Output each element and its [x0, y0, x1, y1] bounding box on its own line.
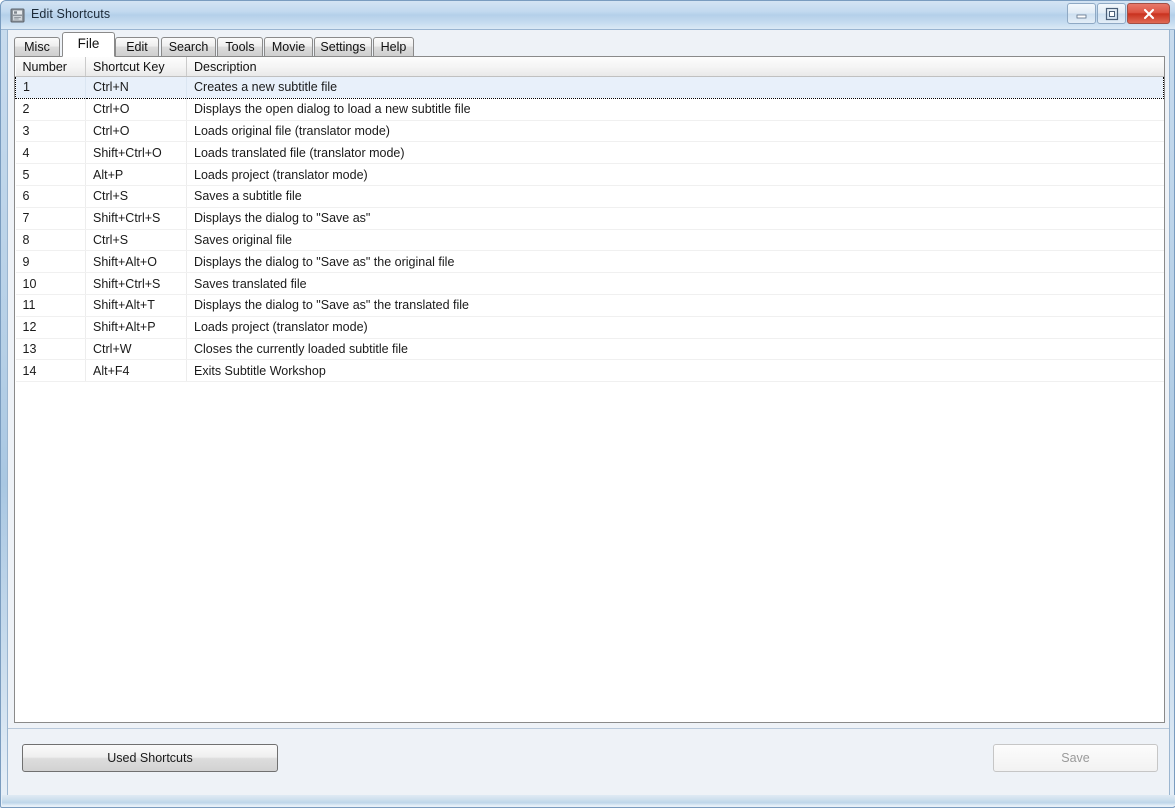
- cell-number: 8: [15, 229, 86, 252]
- tab-label: Tools: [225, 40, 255, 54]
- tab-label: Settings: [320, 40, 366, 54]
- cell-description: Saves a subtitle file: [186, 185, 1164, 208]
- cell-shortcut-key: Ctrl+S: [85, 185, 187, 208]
- cell-description: Displays the dialog to "Save as": [186, 207, 1164, 230]
- cell-number: 1: [15, 76, 86, 99]
- column-header-number[interactable]: Number: [15, 57, 86, 77]
- cell-shortcut-key: Shift+Ctrl+O: [85, 141, 187, 165]
- tab-misc[interactable]: Misc: [14, 37, 60, 57]
- table-row[interactable]: 6 Ctrl+S Saves a subtitle file: [15, 185, 1164, 208]
- table-row[interactable]: 10 Shift+Ctrl+S Saves translated file: [15, 272, 1164, 295]
- cell-description: Loads translated file (translator mode): [186, 141, 1164, 165]
- cell-shortcut-key: Shift+Ctrl+S: [85, 272, 187, 295]
- cell-description: Displays the dialog to "Save as" the tra…: [186, 294, 1164, 317]
- cell-number: 9: [15, 250, 86, 274]
- maximize-button[interactable]: [1097, 3, 1126, 24]
- cell-shortcut-key: Alt+F4: [85, 359, 187, 383]
- used-shortcuts-label: Used Shortcuts: [107, 751, 193, 765]
- table-row[interactable]: 4 Shift+Ctrl+O Loads translated file (tran…: [15, 141, 1164, 165]
- tab-file[interactable]: File: [62, 32, 115, 57]
- cell-shortcut-key: Alt+P: [85, 163, 187, 186]
- table-row[interactable]: 8 Ctrl+S Saves original file: [15, 229, 1164, 252]
- cell-number: 11: [15, 294, 86, 317]
- table-row[interactable]: 2 Ctrl+O Displays the open dialog to load …: [15, 98, 1164, 121]
- table-row[interactable]: 14 Alt+F4 Exits Subtitle Workshop: [15, 359, 1164, 383]
- tab-label: Edit: [126, 40, 148, 54]
- cell-description: Exits Subtitle Workshop: [186, 359, 1164, 383]
- tab-bar: Misc File Edit Search Tools Movie Settin…: [8, 30, 1169, 57]
- table-row[interactable]: 3 Ctrl+O Loads original file (translator m…: [15, 120, 1164, 143]
- cell-number: 13: [15, 338, 86, 361]
- cell-description: Displays the open dialog to load a new s…: [186, 98, 1164, 121]
- cell-description: Loads project (translator mode): [186, 163, 1164, 186]
- tab-label: Search: [168, 40, 209, 54]
- cell-shortcut-key: Shift+Alt+P: [85, 316, 187, 339]
- window-bottom-edge: [2, 795, 1175, 806]
- window-title: Edit Shortcuts: [31, 7, 111, 21]
- column-header-description[interactable]: Description: [186, 57, 1164, 77]
- tab-search[interactable]: Search: [161, 37, 216, 57]
- tab-movie[interactable]: Movie: [264, 37, 313, 57]
- table-row[interactable]: 5 Alt+P Loads project (translator mode): [15, 163, 1164, 186]
- cell-description: Saves translated file: [186, 272, 1164, 295]
- cell-number: 4: [15, 141, 86, 165]
- shortcuts-table-panel[interactable]: Number Shortcut Key Description 1 Ctrl+N C…: [14, 56, 1165, 723]
- cell-description: Displays the dialog to "Save as" the ori…: [186, 250, 1164, 274]
- cell-description: Closes the currently loaded subtitle fil…: [186, 338, 1164, 361]
- used-shortcuts-button[interactable]: Used Shortcuts: [22, 744, 278, 772]
- cell-shortcut-key: Ctrl+S: [85, 229, 187, 252]
- cell-shortcut-key: Ctrl+O: [85, 98, 187, 121]
- table-row[interactable]: 12 Shift+Alt+P Loads project (translator m…: [15, 316, 1164, 339]
- table-row[interactable]: 13 Ctrl+W Closes the currently loaded subt…: [15, 338, 1164, 361]
- cell-description: Loads project (translator mode): [186, 316, 1164, 339]
- title-bar[interactable]: Edit Shortcuts: [1, 1, 1175, 30]
- close-button[interactable]: [1127, 3, 1170, 24]
- cell-description: Loads original file (translator mode): [186, 120, 1164, 143]
- cell-shortcut-key: Shift+Ctrl+S: [85, 207, 187, 230]
- table-row[interactable]: 7 Shift+Ctrl+S Displays the dialog to "Sav…: [15, 207, 1164, 230]
- cell-shortcut-key: Shift+Alt+O: [85, 250, 187, 274]
- minimize-button[interactable]: [1067, 3, 1096, 24]
- app-shortcuts-icon: [10, 8, 25, 23]
- table-row[interactable]: 9 Shift+Alt+O Displays the dialog to "Save…: [15, 250, 1164, 274]
- cell-description: Creates a new subtitle file: [186, 76, 1164, 99]
- tab-label: Movie: [271, 40, 306, 54]
- table-row[interactable]: 1 Ctrl+N Creates a new subtitle file: [15, 76, 1164, 99]
- column-header-shortcutkey[interactable]: Shortcut Key: [85, 57, 187, 77]
- cell-number: 14: [15, 359, 86, 383]
- save-label: Save: [1061, 751, 1090, 765]
- cell-shortcut-key: Ctrl+W: [85, 338, 187, 361]
- cell-shortcut-key: Shift+Alt+T: [85, 294, 187, 317]
- tab-help[interactable]: Help: [373, 37, 414, 57]
- cell-number: 2: [15, 98, 86, 121]
- table-header-row: Number Shortcut Key Description: [15, 57, 1164, 77]
- shortcuts-table: Number Shortcut Key Description 1 Ctrl+N C…: [15, 57, 1164, 383]
- tab-settings[interactable]: Settings: [314, 37, 372, 57]
- tab-label: File: [77, 36, 100, 51]
- footer-panel: Used Shortcuts Save: [8, 728, 1169, 795]
- cell-shortcut-key: Ctrl+O: [85, 120, 187, 143]
- table-row[interactable]: 11 Shift+Alt+T Displays the dialog to "Sav…: [15, 294, 1164, 317]
- edit-shortcuts-window: Edit Shortcuts Misc File Edit Search Too…: [0, 0, 1175, 808]
- cell-number: 5: [15, 163, 86, 186]
- cell-number: 10: [15, 272, 86, 295]
- tab-edit[interactable]: Edit: [115, 37, 159, 57]
- cell-description: Saves original file: [186, 229, 1164, 252]
- client-area: Misc File Edit Search Tools Movie Settin…: [7, 30, 1170, 796]
- tab-label: Help: [380, 40, 407, 54]
- cell-number: 12: [15, 316, 86, 339]
- cell-number: 6: [15, 185, 86, 208]
- tab-label: Misc: [24, 40, 50, 54]
- table-body: 1 Ctrl+N Creates a new subtitle file 2 Ctrl+…: [15, 76, 1164, 383]
- cell-number: 3: [15, 120, 86, 143]
- tab-tools[interactable]: Tools: [217, 37, 263, 57]
- cell-number: 7: [15, 207, 86, 230]
- cell-shortcut-key: Ctrl+N: [85, 76, 187, 99]
- save-button: Save: [993, 744, 1158, 772]
